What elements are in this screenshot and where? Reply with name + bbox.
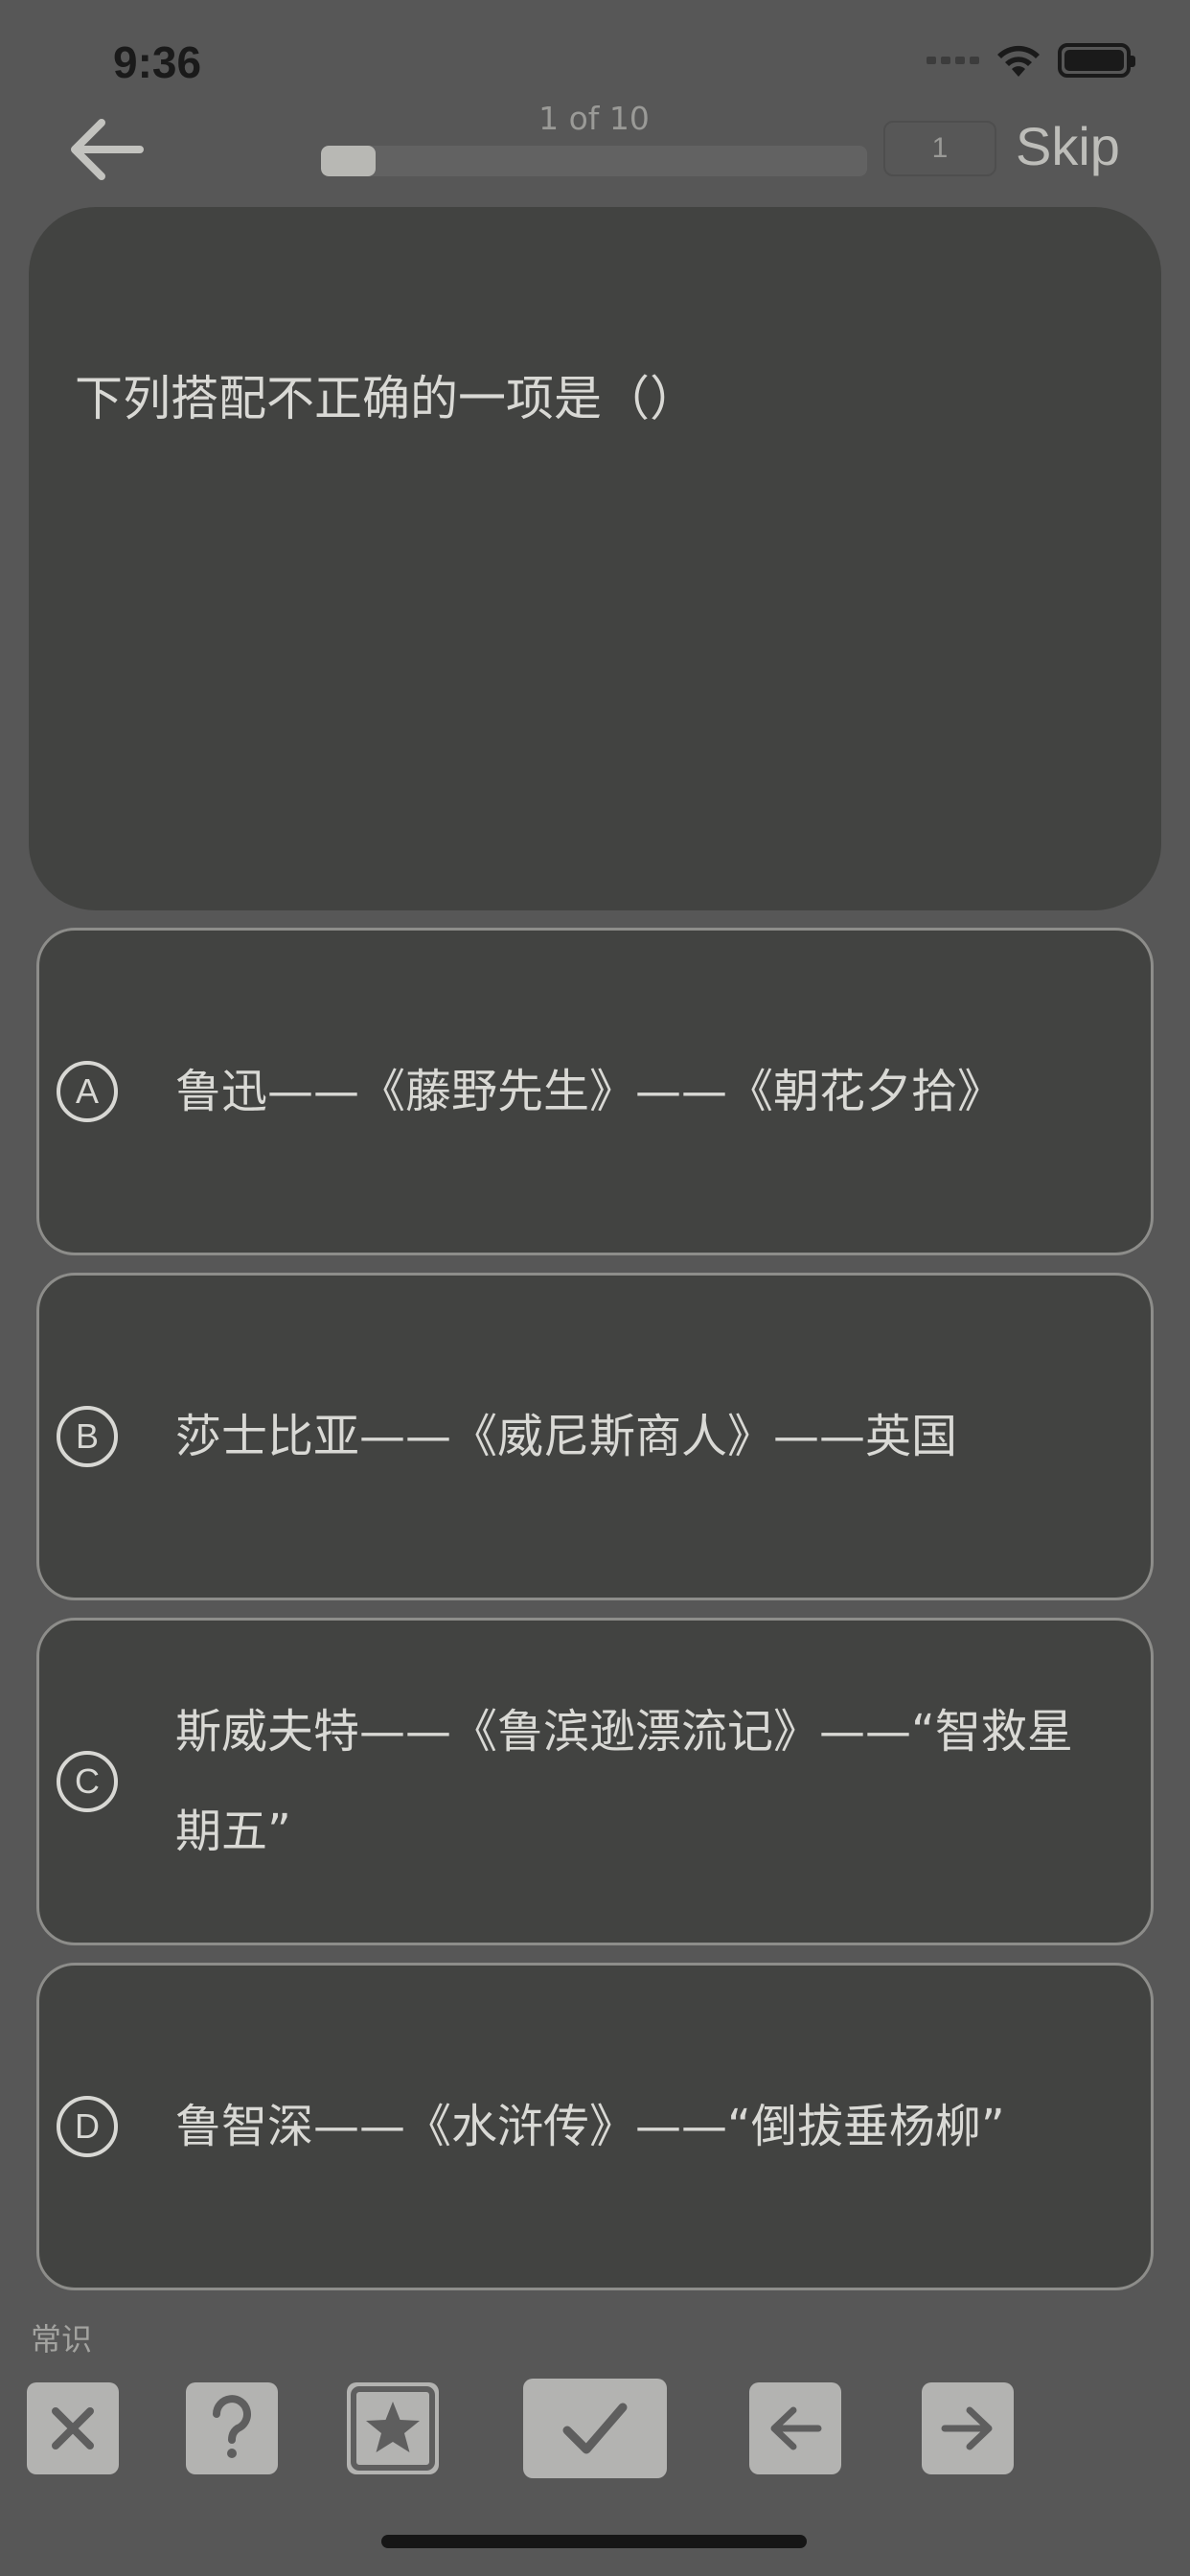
favorite-button[interactable] [347, 2382, 439, 2474]
wifi-icon [997, 45, 1040, 77]
skip-button[interactable]: Skip [1016, 115, 1120, 177]
wrong-button[interactable] [27, 2382, 119, 2474]
next-button[interactable] [922, 2382, 1014, 2474]
back-arrow-icon [71, 119, 144, 180]
option-c[interactable]: C 斯威夫特——《鲁滨逊漂流记》——“智救星期五” [36, 1618, 1154, 1945]
option-a[interactable]: A 鲁迅——《藤野先生》——《朝花夕拾》 [36, 928, 1154, 1255]
cellular-signal-icon [927, 57, 979, 64]
check-icon [562, 2403, 628, 2454]
status-time: 9:36 [113, 37, 202, 87]
option-d[interactable]: D 鲁智深——《水浒传》——“倒拔垂杨柳” [36, 1963, 1154, 2290]
page-number-input[interactable]: 1 [883, 121, 996, 176]
option-letter-icon: D [57, 2096, 118, 2157]
home-indicator [381, 2535, 807, 2548]
option-text: 斯威夫特——《鲁滨逊漂流记》——“智救星期五” [175, 1705, 1073, 1858]
back-button[interactable] [67, 115, 146, 184]
star-icon [351, 2386, 435, 2471]
progress-bar-fill [321, 146, 376, 176]
option-letter-icon: C [57, 1751, 118, 1812]
quiz-screen: 9:36 1 of 10 1 Skip 下列搭配不正确的一项是（） A 鲁迅——… [0, 0, 1190, 2576]
progress-bar [321, 146, 867, 176]
option-text: 莎士比亚——《威尼斯商人》——英国 [175, 1410, 958, 1463]
arrow-left-icon [770, 2406, 822, 2450]
question-card: 下列搭配不正确的一项是（） [29, 207, 1161, 910]
hint-button[interactable] [186, 2382, 278, 2474]
question-text: 下列搭配不正确的一项是（） [75, 371, 698, 426]
arrow-right-icon [941, 2406, 993, 2450]
submit-button[interactable] [523, 2379, 667, 2478]
question-icon [213, 2395, 251, 2458]
previous-button[interactable] [749, 2382, 841, 2474]
status-icons [927, 42, 1135, 79]
progress-label: 1 of 10 [538, 100, 650, 137]
option-b[interactable]: B 莎士比亚——《威尼斯商人》——英国 [36, 1273, 1154, 1600]
close-icon [52, 2407, 94, 2450]
option-letter-icon: A [57, 1061, 118, 1122]
option-text: 鲁智深——《水浒传》——“倒拔垂杨柳” [175, 2100, 1005, 2153]
option-text: 鲁迅——《藤野先生》——《朝花夕拾》 [175, 1065, 1004, 1118]
battery-icon [1058, 43, 1135, 78]
category-label: 常识 [31, 2321, 93, 2358]
option-letter-icon: B [57, 1406, 118, 1467]
